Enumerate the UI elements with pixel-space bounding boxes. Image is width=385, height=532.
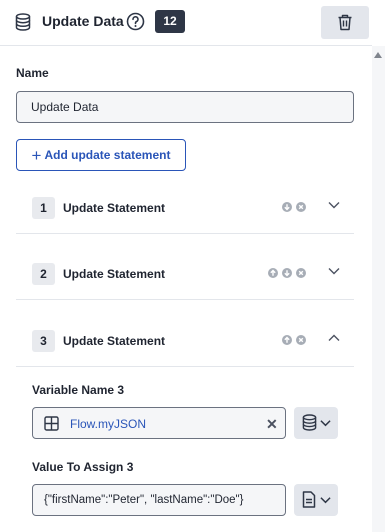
- statement-number: 2: [32, 263, 55, 285]
- data-source-dropdown-button[interactable]: [294, 407, 338, 439]
- chevron-down-icon: [320, 497, 331, 504]
- remove-icon[interactable]: [296, 268, 306, 278]
- add-update-statement-button[interactable]: + Add update statement: [16, 139, 186, 171]
- update-statement-3[interactable]: 3 Update Statement: [16, 315, 354, 367]
- move-up-icon[interactable]: [268, 268, 278, 278]
- add-update-statement-label: Add update statement: [44, 148, 171, 162]
- statement-title: Update Statement: [63, 267, 166, 281]
- statement-number: 1: [32, 197, 55, 219]
- chevron-up-icon[interactable]: [328, 334, 340, 342]
- chevron-down-icon[interactable]: [328, 267, 340, 275]
- plus-icon: +: [31, 145, 42, 165]
- variable-name-label: Variable Name 3: [32, 383, 125, 397]
- move-up-icon[interactable]: [282, 335, 292, 345]
- value-to-assign-label: Value To Assign 3: [32, 460, 134, 474]
- table-icon: [44, 416, 59, 431]
- panel-title: Update Data: [42, 13, 124, 29]
- variable-name-field[interactable]: Flow.myJSON ✕: [32, 407, 286, 439]
- move-down-icon[interactable]: [282, 202, 292, 212]
- value-type-dropdown-button[interactable]: [294, 484, 338, 516]
- statement-number: 3: [32, 330, 55, 352]
- name-label: Name: [16, 66, 49, 80]
- chevron-down-icon[interactable]: [328, 201, 340, 209]
- remove-icon[interactable]: [296, 202, 306, 212]
- database-icon: [302, 414, 317, 431]
- scroll-up-arrow-icon[interactable]: [374, 52, 382, 58]
- database-icon: [15, 13, 31, 31]
- trash-icon: [338, 14, 352, 31]
- remove-icon[interactable]: [296, 335, 306, 345]
- move-down-icon[interactable]: [282, 268, 292, 278]
- statement-title: Update Statement: [63, 201, 166, 215]
- clear-icon[interactable]: ✕: [266, 416, 278, 433]
- update-statement-2[interactable]: 2 Update Statement: [16, 248, 354, 300]
- statement-title: Update Statement: [63, 334, 166, 348]
- help-circle-icon[interactable]: [126, 12, 145, 31]
- delete-button[interactable]: [321, 6, 369, 39]
- panel-header: Update Data 12: [0, 0, 372, 46]
- document-icon: [302, 491, 316, 508]
- value-to-assign-input[interactable]: [32, 484, 286, 516]
- scrollbar[interactable]: [372, 46, 385, 532]
- count-badge: 12: [155, 10, 185, 33]
- update-statement-1[interactable]: 1 Update Statement: [16, 182, 354, 234]
- variable-name-value: Flow.myJSON: [70, 417, 147, 431]
- chevron-down-icon: [320, 420, 331, 427]
- name-input[interactable]: [16, 91, 354, 123]
